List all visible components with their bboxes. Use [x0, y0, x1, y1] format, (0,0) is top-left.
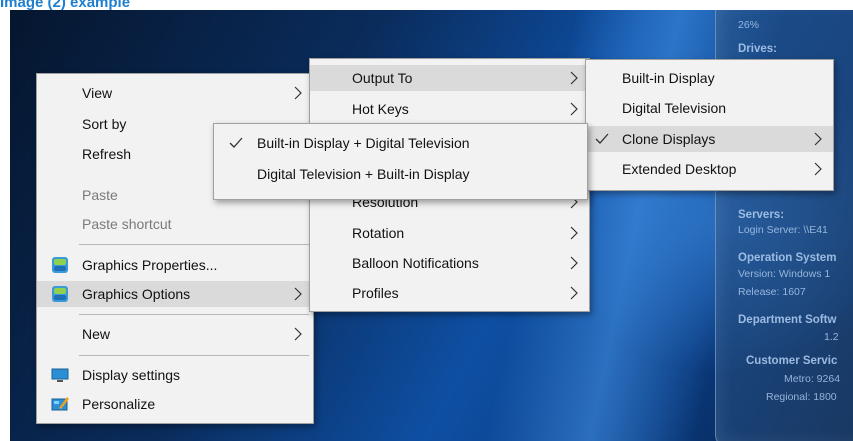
gadget-metro: Metro: 9264 [784, 373, 841, 385]
gadget-login-server: Login Server: \\E41 [738, 224, 828, 236]
gadget-dept-version: 1.2 [824, 331, 839, 343]
chevron-right-icon [291, 281, 307, 307]
chevron-right-icon [291, 321, 307, 347]
gadget-os-release: Release: 1607 [738, 286, 806, 298]
chevron-right-icon [567, 220, 583, 246]
menu-item-label: Extended Desktop [622, 161, 737, 177]
menu-item-label: Profiles [352, 285, 399, 301]
chevron-right-icon [567, 65, 583, 91]
menu-item-label: Personalize [82, 396, 156, 412]
menu-item-rotation[interactable]: Rotation [310, 220, 589, 246]
menu-item-digital-television[interactable]: Digital Television [586, 95, 833, 121]
chevron-right-icon [291, 80, 307, 106]
intel-graphics-icon [51, 285, 69, 303]
menu-item-display-settings[interactable]: Display settings [37, 362, 313, 388]
menu-separator [79, 314, 309, 315]
chevron-right-icon [811, 156, 827, 182]
checkmark-icon [228, 130, 244, 156]
menu-item-tv-plus-builtin[interactable]: Digital Television + Built-in Display [214, 161, 587, 187]
menu-item-profiles[interactable]: Profiles [310, 280, 589, 306]
menu-item-label: Graphics Options [82, 286, 191, 302]
menu-item-personalize[interactable]: Personalize [37, 391, 313, 417]
gadget-os-heading: Operation System [738, 252, 837, 264]
menu-item-clone-displays[interactable]: Clone Displays [586, 126, 833, 152]
gadget-dept-heading: Department Softw [738, 314, 837, 326]
chevron-right-icon [567, 280, 583, 306]
menu-item-view[interactable]: View [37, 80, 313, 106]
menu-item-label: Digital Television + Built-in Display [257, 166, 470, 182]
monitor-icon [51, 366, 69, 384]
menu-item-label: Built-in Display + Digital Television [257, 135, 470, 151]
gadget-servers-heading: Servers: [738, 209, 785, 221]
menu-item-label: Rotation [352, 225, 405, 241]
menu-item-builtin-plus-tv[interactable]: Built-in Display + Digital Television [214, 130, 587, 156]
menu-item-label: Refresh [82, 146, 132, 162]
menu-item-balloon-notifications[interactable]: Balloon Notifications [310, 250, 589, 276]
output-to-submenu: Built-in Display Digital Television Clon… [585, 59, 834, 191]
menu-item-label: Balloon Notifications [352, 255, 479, 271]
menu-separator [79, 244, 309, 245]
menu-item-label: Clone Displays [622, 131, 716, 147]
clone-displays-submenu: Built-in Display + Digital Television Di… [213, 123, 588, 200]
desktop-background[interactable]: 26% Drives: Servers: Login Server: \\E41… [10, 10, 853, 441]
menu-item-extended-desktop[interactable]: Extended Desktop [586, 156, 833, 182]
checkmark-icon [594, 126, 610, 152]
menu-item-graphics-properties[interactable]: Graphics Properties... [37, 252, 313, 278]
menu-item-label: Output To [352, 70, 413, 86]
intel-graphics-icon [51, 256, 69, 274]
menu-separator [79, 355, 309, 356]
menu-item-label: Sort by [82, 116, 127, 132]
menu-item-label: Display settings [82, 367, 181, 383]
menu-item-label: New [82, 326, 111, 342]
menu-item-label: Paste [82, 187, 118, 203]
menu-item-hot-keys[interactable]: Hot Keys [310, 96, 589, 122]
menu-item-label: Graphics Properties... [82, 257, 218, 273]
menu-item-label: View [82, 85, 113, 101]
chevron-right-icon [567, 250, 583, 276]
image-caption: Image (2) example [0, 0, 131, 11]
menu-item-graphics-options[interactable]: Graphics Options [37, 281, 313, 307]
gadget-percent: 26% [738, 19, 760, 31]
chevron-right-icon [811, 126, 827, 152]
menu-item-built-in-display[interactable]: Built-in Display [586, 65, 833, 91]
menu-item-paste-shortcut[interactable]: Paste shortcut [37, 211, 313, 237]
gadget-customer-heading: Customer Servic [746, 355, 838, 367]
gadget-drives-heading: Drives: [738, 43, 777, 55]
personalize-icon [51, 395, 69, 413]
menu-item-new[interactable]: New [37, 321, 313, 347]
menu-item-label: Paste shortcut [82, 216, 172, 232]
menu-item-label: Hot Keys [352, 101, 409, 117]
chevron-right-icon [567, 96, 583, 122]
menu-item-output-to[interactable]: Output To [310, 65, 589, 91]
menu-item-label: Digital Television [622, 100, 727, 116]
gadget-os-version: Version: Windows 1 [738, 268, 831, 280]
gadget-regional: Regional: 1800 [766, 391, 837, 403]
menu-item-label: Built-in Display [622, 70, 715, 86]
